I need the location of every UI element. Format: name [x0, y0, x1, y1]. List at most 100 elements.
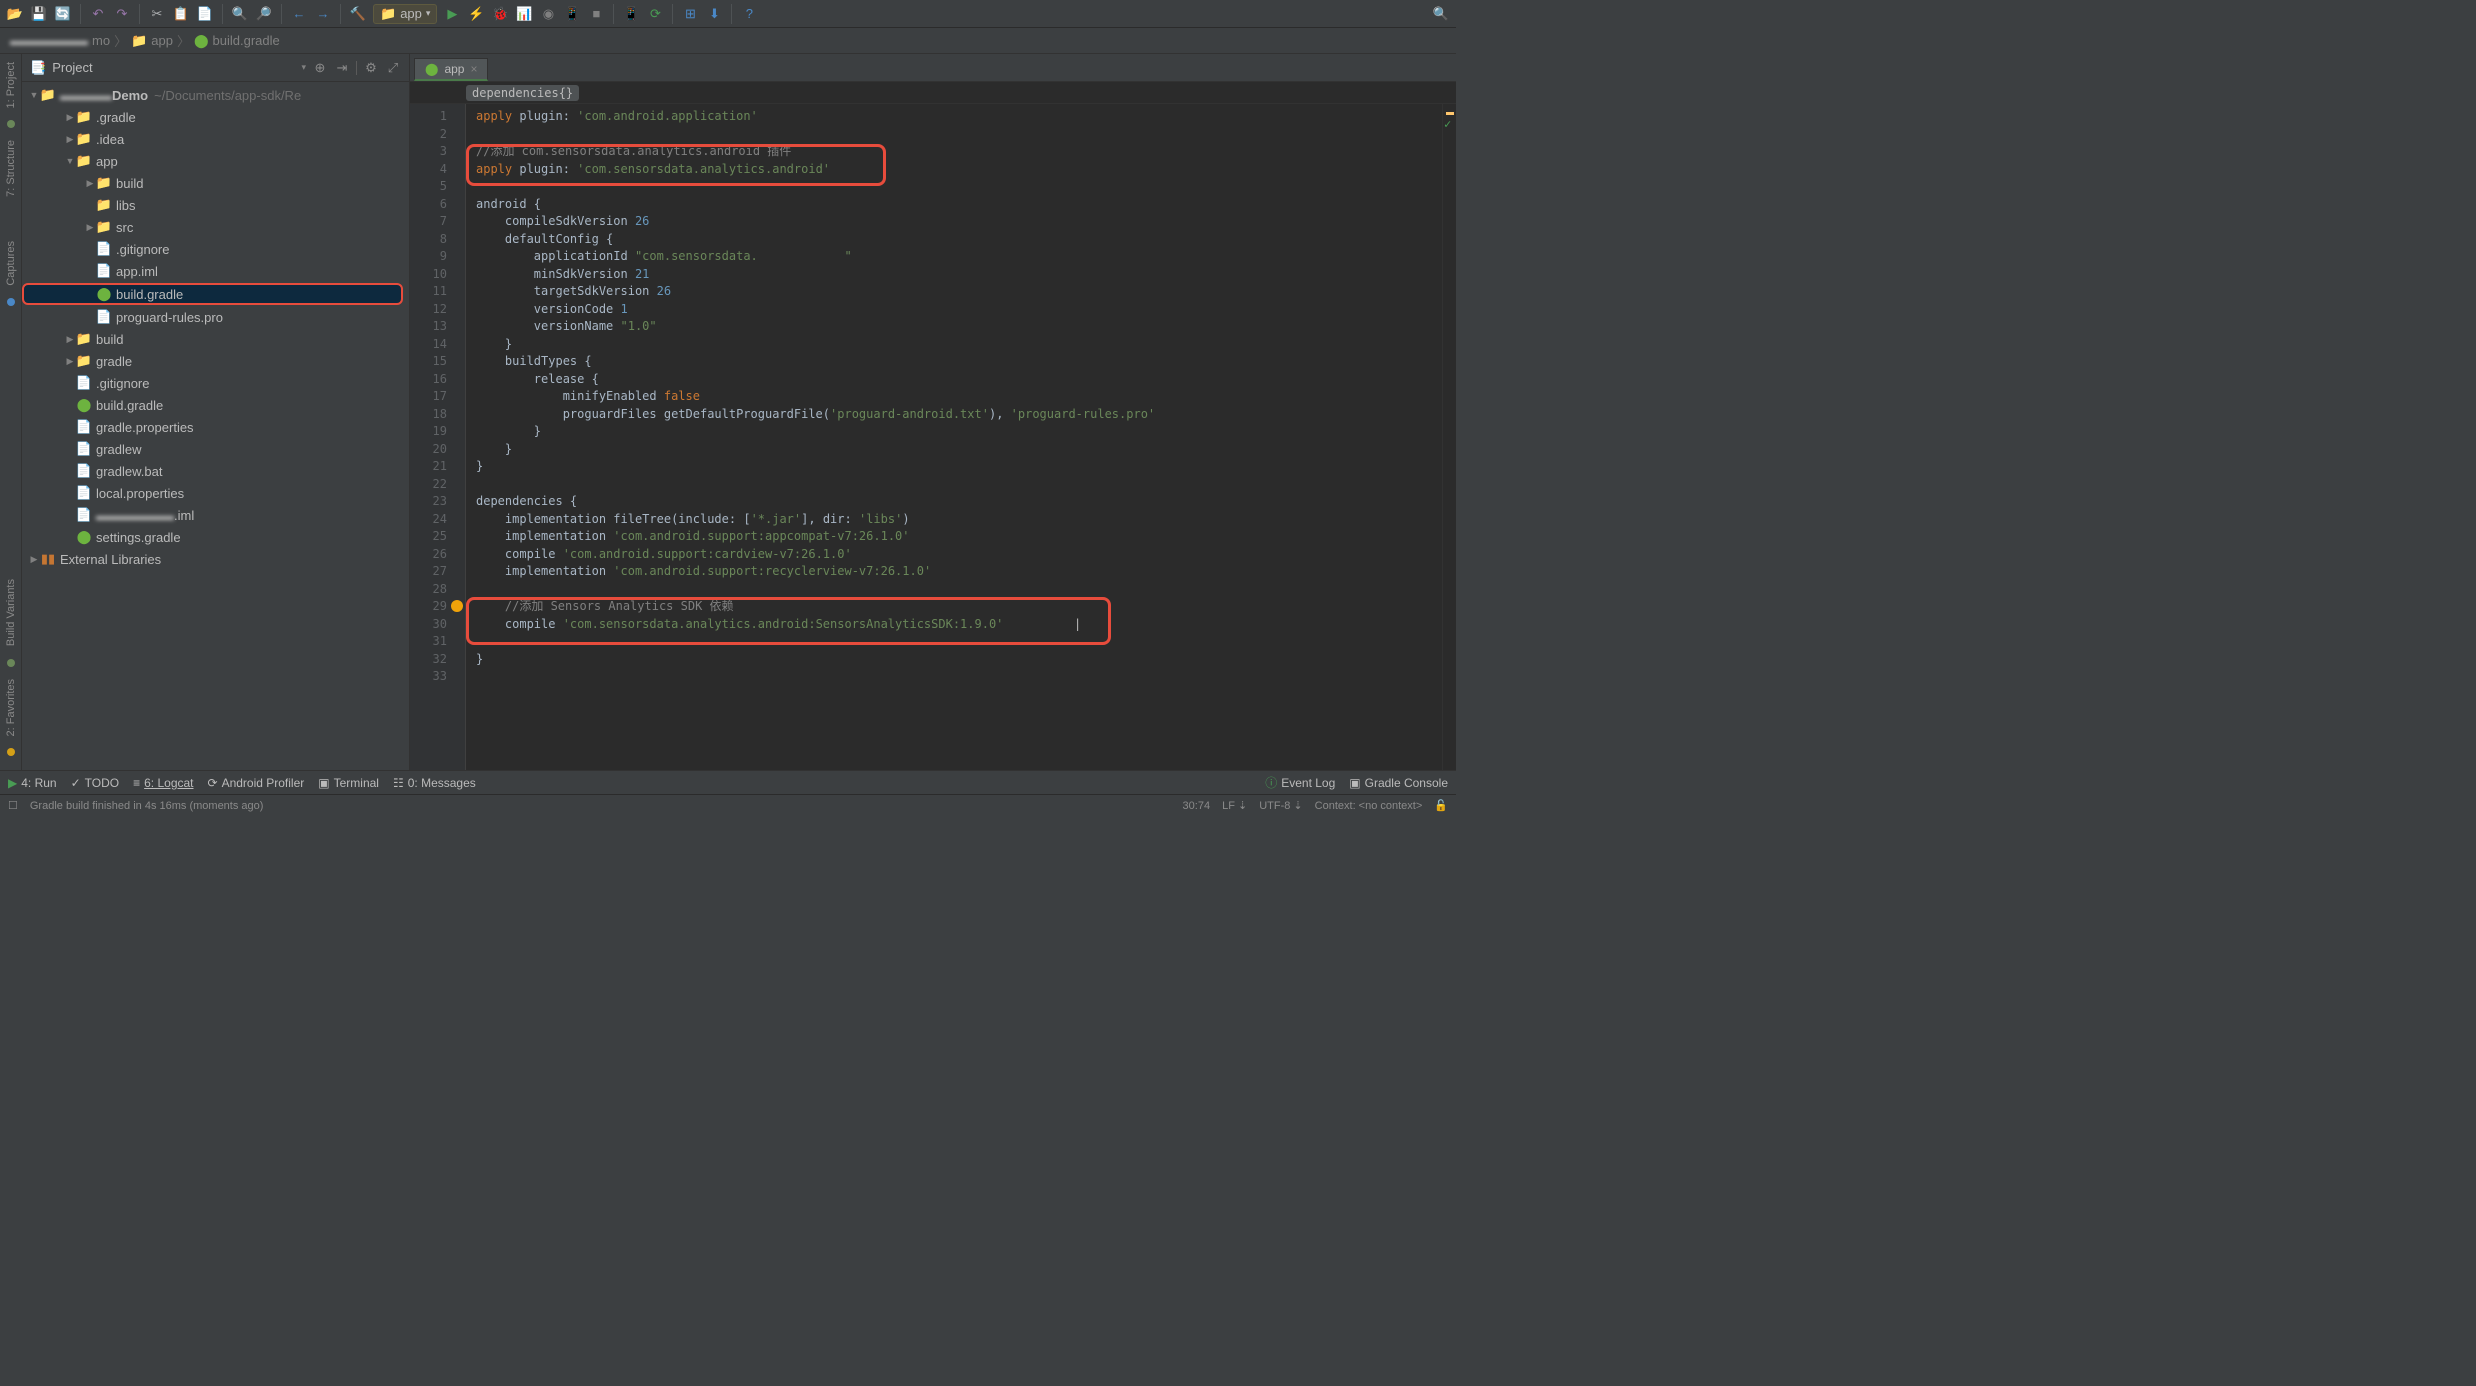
event-log-tab[interactable]: ⓘ Event Log	[1265, 774, 1335, 791]
open-icon[interactable]: 📂	[6, 5, 24, 23]
tree-arrow-icon[interactable]: ▶	[64, 334, 76, 345]
project-tool-tab[interactable]: 1: Project	[3, 58, 19, 112]
tree-item-build[interactable]: ▶📁build	[22, 328, 409, 350]
tree-item-icon: 📄	[76, 376, 92, 390]
tree-item--idea[interactable]: ▶📁.idea	[22, 128, 409, 150]
captures-tool-tab[interactable]: Captures	[3, 237, 19, 290]
editor-tab[interactable]: ⬤ app ×	[414, 58, 488, 81]
tree-arrow-icon[interactable]: ▶	[64, 134, 76, 145]
replace-icon[interactable]: 🔎	[255, 5, 273, 23]
tree-item-icon: 📄	[76, 508, 92, 522]
tree-item-build-gradle[interactable]: ⬤build.gradle	[22, 394, 409, 416]
breadcrumb-item[interactable]: ▬▬▬▬▬▬mo	[10, 33, 110, 48]
run-config-label: app	[400, 6, 422, 21]
tree-item-gradle-properties[interactable]: 📄gradle.properties	[22, 416, 409, 438]
build-icon[interactable]: 🔨	[349, 5, 367, 23]
search-everywhere-icon[interactable]: 🔍	[1432, 5, 1450, 23]
caret-position[interactable]: 30:74	[1183, 800, 1211, 812]
editor-breadcrumb-item[interactable]: dependencies{}	[466, 85, 579, 101]
tree-item-settings-gradle[interactable]: ⬤settings.gradle	[22, 526, 409, 548]
line-separator[interactable]: LF ⇣	[1222, 799, 1247, 812]
tree-item-app[interactable]: ▼📁app	[22, 150, 409, 172]
tree-item-label: gradle	[96, 354, 132, 369]
structure-icon[interactable]: ⊞	[681, 5, 699, 23]
encoding[interactable]: UTF-8 ⇣	[1259, 799, 1302, 812]
redo-icon[interactable]: ↷	[113, 5, 131, 23]
collapse-all-icon[interactable]: ⇥	[334, 60, 350, 76]
tree-arrow-icon[interactable]: ▶	[64, 112, 76, 123]
tree-item-icon: 📄	[96, 310, 112, 324]
tree-item-build-gradle[interactable]: ⬤build.gradle	[22, 283, 403, 305]
apply-changes-icon[interactable]: ⚡	[467, 5, 485, 23]
attach-icon[interactable]: 📱	[563, 5, 581, 23]
download-icon[interactable]: ⬇	[705, 5, 723, 23]
tree-item-build[interactable]: ▶📁build	[22, 172, 409, 194]
messages-tool-tab[interactable]: ☷ 0: Messages	[393, 776, 476, 790]
lock-icon[interactable]: 🔓	[1434, 799, 1448, 812]
tree-arrow-icon[interactable]: ▶	[64, 356, 76, 367]
copy-icon[interactable]: 📋	[172, 5, 190, 23]
tree-item--gradle[interactable]: ▶📁.gradle	[22, 106, 409, 128]
breadcrumb-item[interactable]: 📁 app	[131, 33, 173, 49]
tree-arrow-icon[interactable]: ▶	[84, 222, 96, 233]
tree-item-src[interactable]: ▶📁src	[22, 216, 409, 238]
profiler-tool-tab[interactable]: ⟳ Android Profiler	[208, 776, 305, 790]
profile-icon[interactable]: 📊	[515, 5, 533, 23]
tree-item-libs[interactable]: 📁libs	[22, 194, 409, 216]
sync-icon[interactable]: 🔄	[54, 5, 72, 23]
breadcrumb-item[interactable]: ⬤ build.gradle	[194, 33, 280, 49]
intention-bulb-icon[interactable]	[451, 600, 463, 612]
code-editor[interactable]: 1234567891011121314151617181920212223242…	[410, 104, 1456, 770]
external-libraries[interactable]: ▶ ▮▮ External Libraries	[22, 548, 409, 570]
scroll-from-source-icon[interactable]: ⊕	[312, 60, 328, 76]
tree-item-app-iml[interactable]: 📄app.iml	[22, 260, 409, 282]
forward-icon[interactable]: →	[314, 5, 332, 23]
tree-item-local-properties[interactable]: 📄local.properties	[22, 482, 409, 504]
tree-item-gradlew[interactable]: 📄gradlew	[22, 438, 409, 460]
run-icon[interactable]: ▶	[443, 5, 461, 23]
hide-icon[interactable]: ⤢	[385, 60, 401, 76]
run-config-dropdown[interactable]: 📁 app ▾	[373, 4, 437, 24]
tree-item-proguard-rules-pro[interactable]: 📄proguard-rules.pro	[22, 306, 409, 328]
todo-tool-tab[interactable]: ✓ TODO	[71, 776, 120, 790]
status-icon[interactable]: ☐	[8, 799, 18, 812]
close-tab-icon[interactable]: ×	[470, 62, 477, 76]
tree-item-gradlew-bat[interactable]: 📄gradlew.bat	[22, 460, 409, 482]
tree-item--iml[interactable]: 📄▬▬▬▬▬▬.iml	[22, 504, 409, 526]
editor-tab-bar: ⬤ app ×	[410, 54, 1456, 82]
debug-icon[interactable]: 🐞	[491, 5, 509, 23]
find-icon[interactable]: 🔍	[231, 5, 249, 23]
sdk-icon[interactable]: ⟳	[646, 5, 664, 23]
project-tree[interactable]: ▼ 📁 ▬▬▬▬Demo ~/Documents/app-sdk/Re ▶📁.g…	[22, 82, 409, 770]
error-stripe[interactable]: ✓	[1442, 104, 1456, 770]
tree-arrow-icon[interactable]: ▼	[64, 156, 76, 166]
favorites-tool-tab[interactable]: 2: Favorites	[3, 675, 19, 740]
save-icon[interactable]: 💾	[30, 5, 48, 23]
tree-item-label: .iml	[174, 508, 194, 523]
warning-mark-icon[interactable]	[1446, 112, 1454, 115]
coverage-icon[interactable]: ◉	[539, 5, 557, 23]
tree-item-gradle[interactable]: ▶📁gradle	[22, 350, 409, 372]
status-bar: ☐ Gradle build finished in 4s 16ms (mome…	[0, 794, 1456, 816]
terminal-tool-tab[interactable]: ▣ Terminal	[318, 776, 379, 790]
help-icon[interactable]: ?	[740, 5, 758, 23]
run-tool-tab[interactable]: ▶ 4: Run	[8, 776, 57, 790]
build-variants-tool-tab[interactable]: Build Variants	[3, 575, 19, 650]
structure-tool-tab[interactable]: 7: Structure	[3, 136, 19, 201]
gradle-icon: ⬤	[425, 62, 438, 76]
tree-root[interactable]: ▼ 📁 ▬▬▬▬Demo ~/Documents/app-sdk/Re	[22, 84, 409, 106]
paste-icon[interactable]: 📄	[196, 5, 214, 23]
back-icon[interactable]: ←	[290, 5, 308, 23]
stop-icon[interactable]: ■	[587, 5, 605, 23]
context[interactable]: Context: <no context>	[1315, 800, 1423, 812]
avd-icon[interactable]: 📱	[622, 5, 640, 23]
cut-icon[interactable]: ✂	[148, 5, 166, 23]
undo-icon[interactable]: ↶	[89, 5, 107, 23]
code-content[interactable]: apply plugin: 'com.android.application'/…	[466, 104, 1442, 770]
gradle-console-tab[interactable]: ▣ Gradle Console	[1349, 776, 1448, 790]
tree-item--gitignore[interactable]: 📄.gitignore	[22, 238, 409, 260]
logcat-tool-tab[interactable]: ≡ 6: Logcat	[133, 776, 193, 790]
tree-arrow-icon[interactable]: ▶	[84, 178, 96, 189]
tree-item--gitignore[interactable]: 📄.gitignore	[22, 372, 409, 394]
settings-icon[interactable]: ⚙	[363, 60, 379, 76]
